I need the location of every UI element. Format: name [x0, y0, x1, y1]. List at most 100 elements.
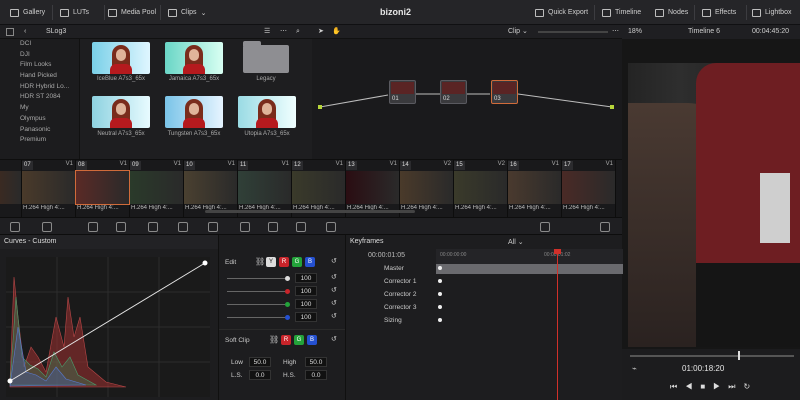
low-value[interactable]: 50.0	[249, 357, 271, 367]
keyframe-row[interactable]: Sizing	[346, 314, 436, 327]
zoom-slider[interactable]	[538, 31, 608, 33]
clips-button[interactable]: Clips ⌄	[168, 0, 206, 25]
transport-controls[interactable]: ⏮◀■▶⏭↻	[670, 382, 758, 392]
quick-export-button[interactable]: Quick Export	[535, 0, 588, 25]
keyframe-dot[interactable]	[438, 279, 442, 283]
node-editor[interactable]: 01 02 03	[312, 39, 622, 159]
channel-b[interactable]: B	[305, 257, 315, 267]
keyframe-playhead-handle[interactable]	[554, 249, 561, 254]
curves-graph[interactable]	[6, 257, 210, 397]
list-view-icon[interactable]: ☰	[264, 25, 270, 39]
lut-thumb[interactable]	[165, 42, 223, 74]
timeline-clip[interactable]: 08 V1 H.264 High 4:...	[75, 160, 130, 218]
lut-folder-item[interactable]: My	[0, 103, 79, 114]
effects-button[interactable]: Effects	[702, 0, 736, 25]
folder-icon[interactable]	[243, 41, 289, 73]
gallery-button[interactable]: Gallery	[10, 0, 45, 25]
softclip-b[interactable]: B	[307, 335, 317, 345]
qualifier-icon[interactable]	[116, 222, 126, 232]
curves-icon[interactable]	[88, 222, 98, 232]
keyframe-dot[interactable]	[438, 305, 442, 309]
picker-icon[interactable]: ⌁	[632, 364, 637, 373]
channel-g[interactable]: G	[292, 257, 302, 267]
keyframe-icon[interactable]	[326, 222, 336, 232]
scope-icon[interactable]	[540, 222, 550, 232]
softclip-r[interactable]: R	[281, 335, 291, 345]
blur-icon[interactable]	[208, 222, 218, 232]
reset-icon[interactable]: ↺	[331, 273, 337, 281]
pointer-icon[interactable]: ➤	[318, 25, 324, 39]
keyframe-playhead[interactable]	[557, 249, 558, 400]
timeline-scrollbar[interactable]	[205, 210, 415, 213]
keyframe-dot[interactable]	[438, 292, 442, 296]
scrubber-bar[interactable]	[630, 355, 794, 357]
node-02[interactable]: 02	[440, 80, 467, 104]
channel-y[interactable]: Y	[266, 257, 276, 267]
edit-value[interactable]: 100	[295, 286, 317, 296]
keyframe-row[interactable]: Corrector 1	[346, 275, 436, 288]
media-pool-button[interactable]: Media Pool	[108, 0, 156, 25]
lut-folder-item[interactable]: Film Looks	[0, 60, 79, 71]
keyframe-row[interactable]: Corrector 2	[346, 288, 436, 301]
tracker-icon[interactable]	[178, 222, 188, 232]
lut-folder-item[interactable]: DCI	[0, 39, 79, 50]
reset-icon[interactable]: ↺	[331, 335, 337, 343]
edit-value[interactable]: 100	[295, 273, 317, 283]
link-icon[interactable]: ⛓	[255, 257, 265, 266]
search-icon[interactable]: ⌕	[296, 25, 300, 39]
panel-icon[interactable]	[6, 28, 14, 36]
lut-folder-item[interactable]: Hand Picked	[0, 71, 79, 82]
lut-folder-item[interactable]: DJI	[0, 50, 79, 61]
wheels-icon[interactable]	[42, 222, 52, 232]
timeline-clip[interactable]	[0, 160, 22, 218]
zoom-level[interactable]: 18%	[628, 25, 642, 39]
keyframe-dot[interactable]	[438, 266, 442, 270]
luts-button[interactable]: LUTs	[60, 0, 89, 25]
lut-folder-item[interactable]: Premium	[0, 135, 79, 146]
edit-value[interactable]: 100	[295, 312, 317, 322]
lut-folder-item[interactable]: HDR Hybrid Lo...	[0, 82, 79, 93]
scrubber-playhead[interactable]	[738, 351, 740, 360]
options-icon[interactable]: ⋯	[280, 25, 287, 39]
node-03[interactable]: 03	[491, 80, 518, 104]
viewer[interactable]	[622, 39, 800, 349]
reset-icon[interactable]: ↺	[331, 286, 337, 294]
options-icon[interactable]: ⋯	[612, 25, 619, 39]
lut-folder-item[interactable]: HDR ST 2084	[0, 92, 79, 103]
keyframe-ruler[interactable]: 00:00:00:00 00:00:01:02	[436, 249, 623, 264]
lut-folder-item[interactable]: Panasonic	[0, 125, 79, 136]
edit-value[interactable]: 100	[295, 299, 317, 309]
softclip-g[interactable]: G	[294, 335, 304, 345]
hs-value[interactable]: 0.0	[305, 370, 327, 380]
timeline-select[interactable]: Timeline 6	[688, 25, 720, 39]
sizing-icon[interactable]	[268, 222, 278, 232]
hand-icon[interactable]: ✋	[332, 25, 341, 39]
nodes-button[interactable]: Nodes	[655, 0, 688, 25]
timeline-clip[interactable]: 17 V1 H.264 High 4:...	[562, 160, 616, 218]
lut-thumb[interactable]	[92, 96, 150, 128]
lut-thumb[interactable]	[238, 96, 296, 128]
info-icon[interactable]	[600, 222, 610, 232]
timeline-clip[interactable]: 07 V1 H.264 High 4:...	[22, 160, 76, 218]
high-value[interactable]: 50.0	[305, 357, 327, 367]
clip-mode-select[interactable]: Clip ⌄	[508, 25, 528, 39]
lightbox-button[interactable]: Lightbox	[752, 0, 791, 25]
keyframe-row[interactable]: Corrector 3	[346, 301, 436, 314]
timeline-clip[interactable]: 16 V1 H.264 High 4:...	[508, 160, 562, 218]
lut-thumb[interactable]	[165, 96, 223, 128]
timeline-clip[interactable]: 09 V1 H.264 High 4:...	[130, 160, 184, 218]
keyframes-filter[interactable]: All ⌄	[508, 238, 524, 246]
keyframe-dot[interactable]	[438, 318, 442, 322]
camera-icon[interactable]	[10, 222, 20, 232]
link-icon[interactable]: ⛓	[269, 335, 279, 344]
timeline-clip[interactable]: 15 V2 H.264 High 4:...	[454, 160, 508, 218]
chevron-left-icon[interactable]: ‹	[24, 25, 26, 39]
timeline-button[interactable]: Timeline	[602, 0, 641, 25]
lut-folder-item[interactable]: Olympus	[0, 114, 79, 125]
window-icon[interactable]	[148, 222, 158, 232]
reset-icon[interactable]: ↺	[331, 299, 337, 307]
reset-icon[interactable]: ↺	[331, 257, 337, 265]
3d-icon[interactable]	[296, 222, 306, 232]
ls-value[interactable]: 0.0	[249, 370, 271, 380]
node-01[interactable]: 01	[389, 80, 416, 104]
